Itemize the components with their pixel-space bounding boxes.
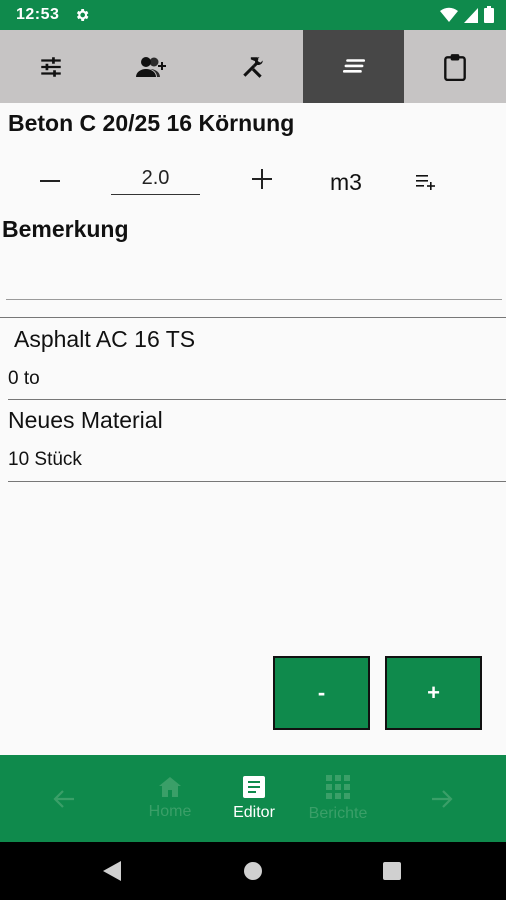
system-back-button[interactable] [82,842,142,900]
signal-icon [464,7,478,23]
arrow-left-icon [53,789,74,808]
material-amount: 0 to [8,368,40,389]
quantity-row: m3 [0,155,506,205]
tab-persons[interactable] [101,30,202,103]
increase-quantity-button[interactable] [244,161,280,197]
status-time: 12:53 [16,6,60,23]
nav-home-label: Home [148,802,192,820]
decrement-button[interactable]: - [273,656,370,730]
clipboard-icon [444,53,466,81]
unit-label: m3 [330,169,362,195]
remark-input[interactable] [6,250,502,300]
bottom-navigation: Home Editor Berichte [0,755,506,842]
nav-reports-label: Berichte [308,804,368,822]
notes-icon [342,58,365,73]
arrow-right-icon [432,789,453,808]
settings-gear-icon [76,9,89,21]
list-item[interactable]: Neues Material 10 Stück [0,399,506,481]
system-home-button[interactable] [223,842,283,900]
tab-notes[interactable] [303,30,404,103]
grid-icon [326,774,350,799]
material-amount: 10 Stück [8,449,82,470]
tab-clipboard[interactable] [404,30,506,103]
top-tabbar [0,30,506,103]
plus-icon [252,169,272,189]
list-divider [8,481,506,482]
material-name: Neues Material [8,407,163,433]
square-recents-icon [383,862,401,880]
tools-icon [242,56,263,78]
battery-icon [484,6,494,23]
nav-editor-label: Editor [233,803,275,821]
list-item[interactable]: Asphalt AC 16 TS 0 to [0,317,506,399]
material-title: Beton C 20/25 16 Körnung [8,110,295,136]
back-arrow-button[interactable] [44,755,84,842]
nav-editor[interactable]: Editor [222,755,286,842]
add-to-list-button[interactable] [412,167,442,197]
minus-icon [40,180,60,182]
quantity-input[interactable] [111,163,200,195]
forward-arrow-button[interactable] [422,755,462,842]
triangle-back-icon [103,861,121,881]
nav-home[interactable]: Home [138,755,202,842]
material-name: Asphalt AC 16 TS [14,326,196,352]
wifi-icon [440,7,458,22]
increment-button[interactable]: + [385,656,482,730]
article-icon [243,775,265,798]
material-list: Asphalt AC 16 TS 0 to Neues Material 10 … [0,317,506,482]
person-add-icon [135,56,166,77]
status-icons [440,6,494,23]
system-navigation-bar [0,842,506,900]
tab-settings[interactable] [0,30,101,103]
nav-reports[interactable]: Berichte [300,755,376,842]
system-recents-button[interactable] [362,842,422,900]
tab-tools[interactable] [202,30,303,103]
decrease-quantity-button[interactable] [32,163,68,199]
status-bar: 12:53 [0,0,506,30]
remark-label: Bemerkung [2,216,129,242]
circle-home-icon [244,862,262,880]
sliders-icon [40,56,61,77]
home-icon [159,776,181,797]
playlist-add-icon [416,175,435,190]
